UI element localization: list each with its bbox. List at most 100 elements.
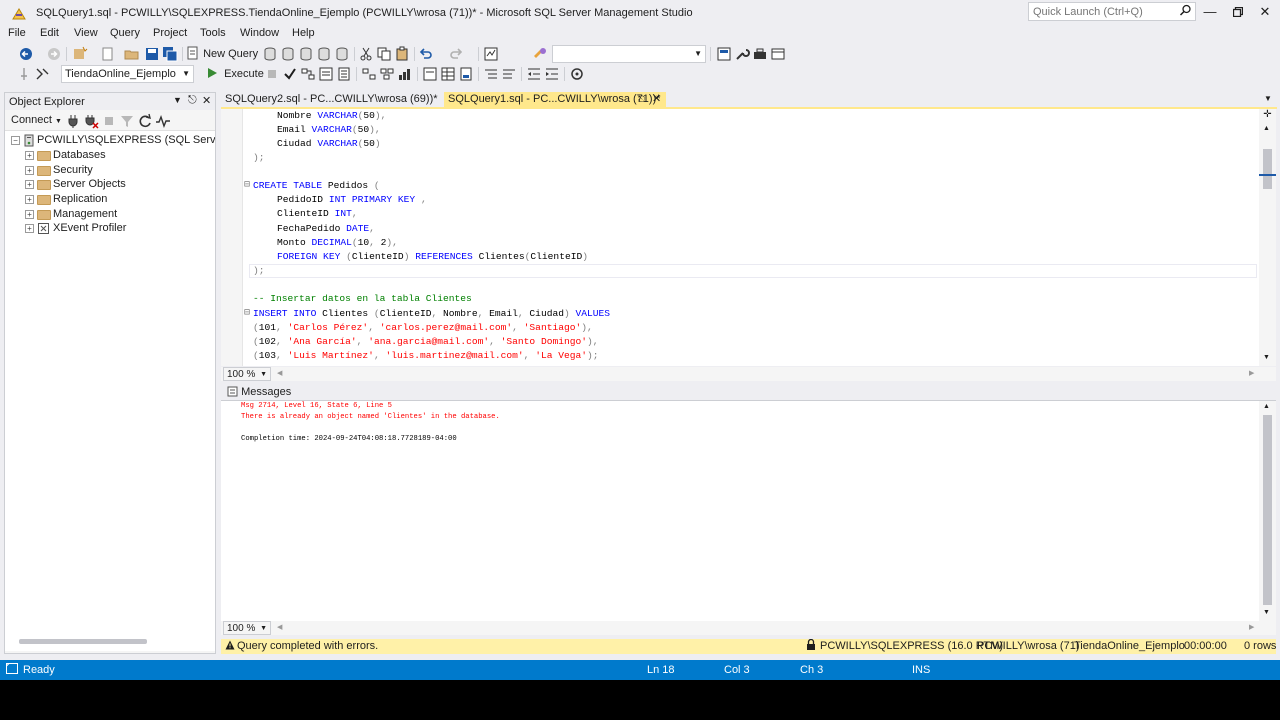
- dmx-query-icon[interactable]: [316, 46, 332, 62]
- analysis-query-icon[interactable]: [280, 46, 296, 62]
- expand-icon[interactable]: +: [25, 166, 34, 175]
- parse-checkmark-icon[interactable]: [282, 66, 298, 82]
- menu-window[interactable]: Window: [240, 27, 279, 39]
- minimize-button[interactable]: —: [1197, 2, 1223, 22]
- messages-tab[interactable]: Messages: [227, 385, 291, 399]
- editor-vertical-scrollbar[interactable]: ✛ ▲ ▼: [1259, 109, 1276, 366]
- open-file-icon[interactable]: [124, 46, 140, 62]
- back-icon[interactable]: [18, 46, 34, 62]
- decrease-indent-icon[interactable]: [526, 66, 542, 82]
- mdx-query-icon[interactable]: [298, 46, 314, 62]
- stop-square-icon[interactable]: [101, 113, 117, 129]
- query-options-icon[interactable]: [318, 66, 334, 82]
- messages-zoom-combo[interactable]: 100 % ▼: [223, 621, 271, 635]
- comment-lines-icon[interactable]: [483, 66, 499, 82]
- save-icon[interactable]: [144, 46, 160, 62]
- disconnect-icon[interactable]: [83, 113, 99, 129]
- copy-icon[interactable]: [376, 46, 392, 62]
- sql-editor[interactable]: Nombre VARCHAR(50), Email VARCHAR(50), C…: [221, 109, 1276, 366]
- expand-icon[interactable]: +: [25, 151, 34, 160]
- tree-node-xevent-profiler[interactable]: + XEvent Profiler: [5, 222, 215, 236]
- available-databases-combo[interactable]: TiendaOnline_Ejemplo ▼: [61, 65, 194, 83]
- pin-tab-icon[interactable]: ⎋: [638, 92, 645, 107]
- restore-button[interactable]: [1225, 2, 1251, 22]
- tab-overflow-chevron-icon[interactable]: ▼: [1264, 94, 1272, 103]
- scroll-right-icon[interactable]: ▶: [1249, 367, 1254, 381]
- panel-menu-chevron-icon[interactable]: ▼: [173, 95, 182, 105]
- menu-view[interactable]: View: [74, 27, 98, 39]
- new-project-icon[interactable]: [72, 46, 88, 62]
- quick-launch-input[interactable]: [1029, 3, 1169, 20]
- messages-vertical-scrollbar[interactable]: ▲ ▼: [1259, 401, 1276, 622]
- quick-launch[interactable]: [1028, 2, 1196, 21]
- undo-icon[interactable]: [418, 46, 434, 62]
- new-query-button[interactable]: New Query: [186, 45, 258, 63]
- menu-project[interactable]: Project: [153, 27, 187, 39]
- forward-icon[interactable]: [46, 46, 62, 62]
- results-to-text-icon[interactable]: [422, 66, 438, 82]
- client-statistics-icon[interactable]: [397, 66, 413, 82]
- new-file-icon[interactable]: [100, 46, 116, 62]
- tree-node-server-objects[interactable]: + Server Objects: [5, 178, 215, 192]
- results-to-file-icon[interactable]: [458, 66, 474, 82]
- stop-icon[interactable]: [264, 66, 280, 82]
- split-editor-icon[interactable]: ✛: [1261, 109, 1274, 122]
- refresh-icon[interactable]: [137, 113, 153, 129]
- horizontal-scrollbar-thumb[interactable]: [19, 639, 147, 644]
- tab-sqlquery2[interactable]: SQLQuery2.sql - PC...CWILLY\wrosa (69))*: [221, 92, 439, 107]
- tree-node-replication[interactable]: + Replication: [5, 193, 215, 207]
- change-connection-icon[interactable]: [532, 46, 548, 62]
- window-layout-icon[interactable]: [770, 46, 786, 62]
- tab-sqlquery1[interactable]: SQLQuery1.sql - PC...CWILLY\wrosa (71))*…: [444, 92, 666, 107]
- cut-icon[interactable]: [358, 46, 374, 62]
- pin-icon[interactable]: [16, 66, 32, 82]
- scroll-down-icon[interactable]: ▼: [1263, 354, 1270, 361]
- connect-plug-icon[interactable]: [65, 113, 81, 129]
- expand-icon[interactable]: +: [25, 180, 34, 189]
- activity-monitor-icon[interactable]: [155, 113, 171, 129]
- registered-servers-icon[interactable]: [716, 46, 732, 62]
- intellisense-icon[interactable]: [336, 66, 352, 82]
- editor-zoom-combo[interactable]: 100 % ▼: [223, 367, 271, 381]
- collapse-icon[interactable]: −: [11, 136, 20, 145]
- scroll-left-icon[interactable]: ◀: [277, 367, 282, 381]
- menu-tools[interactable]: Tools: [200, 27, 226, 39]
- menu-file[interactable]: File: [8, 27, 26, 39]
- scroll-right-icon[interactable]: ▶: [1249, 621, 1254, 635]
- xmla-query-icon[interactable]: [334, 46, 350, 62]
- scroll-up-icon[interactable]: ▲: [1263, 125, 1270, 132]
- results-to-grid-icon[interactable]: [440, 66, 456, 82]
- properties-wrench-icon[interactable]: [734, 46, 750, 62]
- redo-icon[interactable]: [448, 46, 464, 62]
- available-databases-icon[interactable]: [34, 66, 50, 82]
- scroll-left-icon[interactable]: ◀: [277, 621, 282, 635]
- connect-button[interactable]: Connect ▼: [11, 114, 62, 126]
- scroll-up-icon[interactable]: ▲: [1263, 403, 1270, 410]
- live-query-stats-icon[interactable]: [379, 66, 395, 82]
- display-estimated-plan-icon[interactable]: [300, 66, 316, 82]
- output-window-icon[interactable]: [6, 660, 18, 680]
- close-window-button[interactable]: ✕: [1252, 2, 1278, 22]
- scroll-down-icon[interactable]: ▼: [1263, 609, 1270, 616]
- expand-icon[interactable]: +: [25, 195, 34, 204]
- toolbox-icon[interactable]: [752, 46, 768, 62]
- close-tab-icon[interactable]: ✕: [652, 92, 661, 107]
- tree-node-databases[interactable]: + Databases: [5, 149, 215, 163]
- expand-icon[interactable]: +: [25, 224, 34, 233]
- pin-panel-icon[interactable]: ⎋: [188, 94, 197, 107]
- tree-node-server[interactable]: − PCWILLY\SQLEXPRESS (SQL Server 16.0.1: [5, 134, 215, 148]
- execute-button[interactable]: Execute: [206, 65, 264, 83]
- save-all-icon[interactable]: [162, 46, 178, 62]
- menu-help[interactable]: Help: [292, 27, 315, 39]
- activity-monitor-icon[interactable]: [483, 46, 499, 62]
- increase-indent-icon[interactable]: [544, 66, 560, 82]
- scrollbar-thumb[interactable]: [1263, 415, 1272, 605]
- close-panel-icon[interactable]: ✕: [202, 94, 211, 107]
- expand-icon[interactable]: +: [25, 210, 34, 219]
- specify-values-icon[interactable]: [569, 66, 585, 82]
- solution-config-combo[interactable]: ▼: [552, 45, 706, 63]
- filter-icon[interactable]: [119, 113, 135, 129]
- fold-marker-icon[interactable]: ⊟: [244, 307, 251, 319]
- tree-node-security[interactable]: + Security: [5, 164, 215, 178]
- messages-pane[interactable]: Msg 2714, Level 16, State 6, Line 5 Ther…: [221, 400, 1276, 622]
